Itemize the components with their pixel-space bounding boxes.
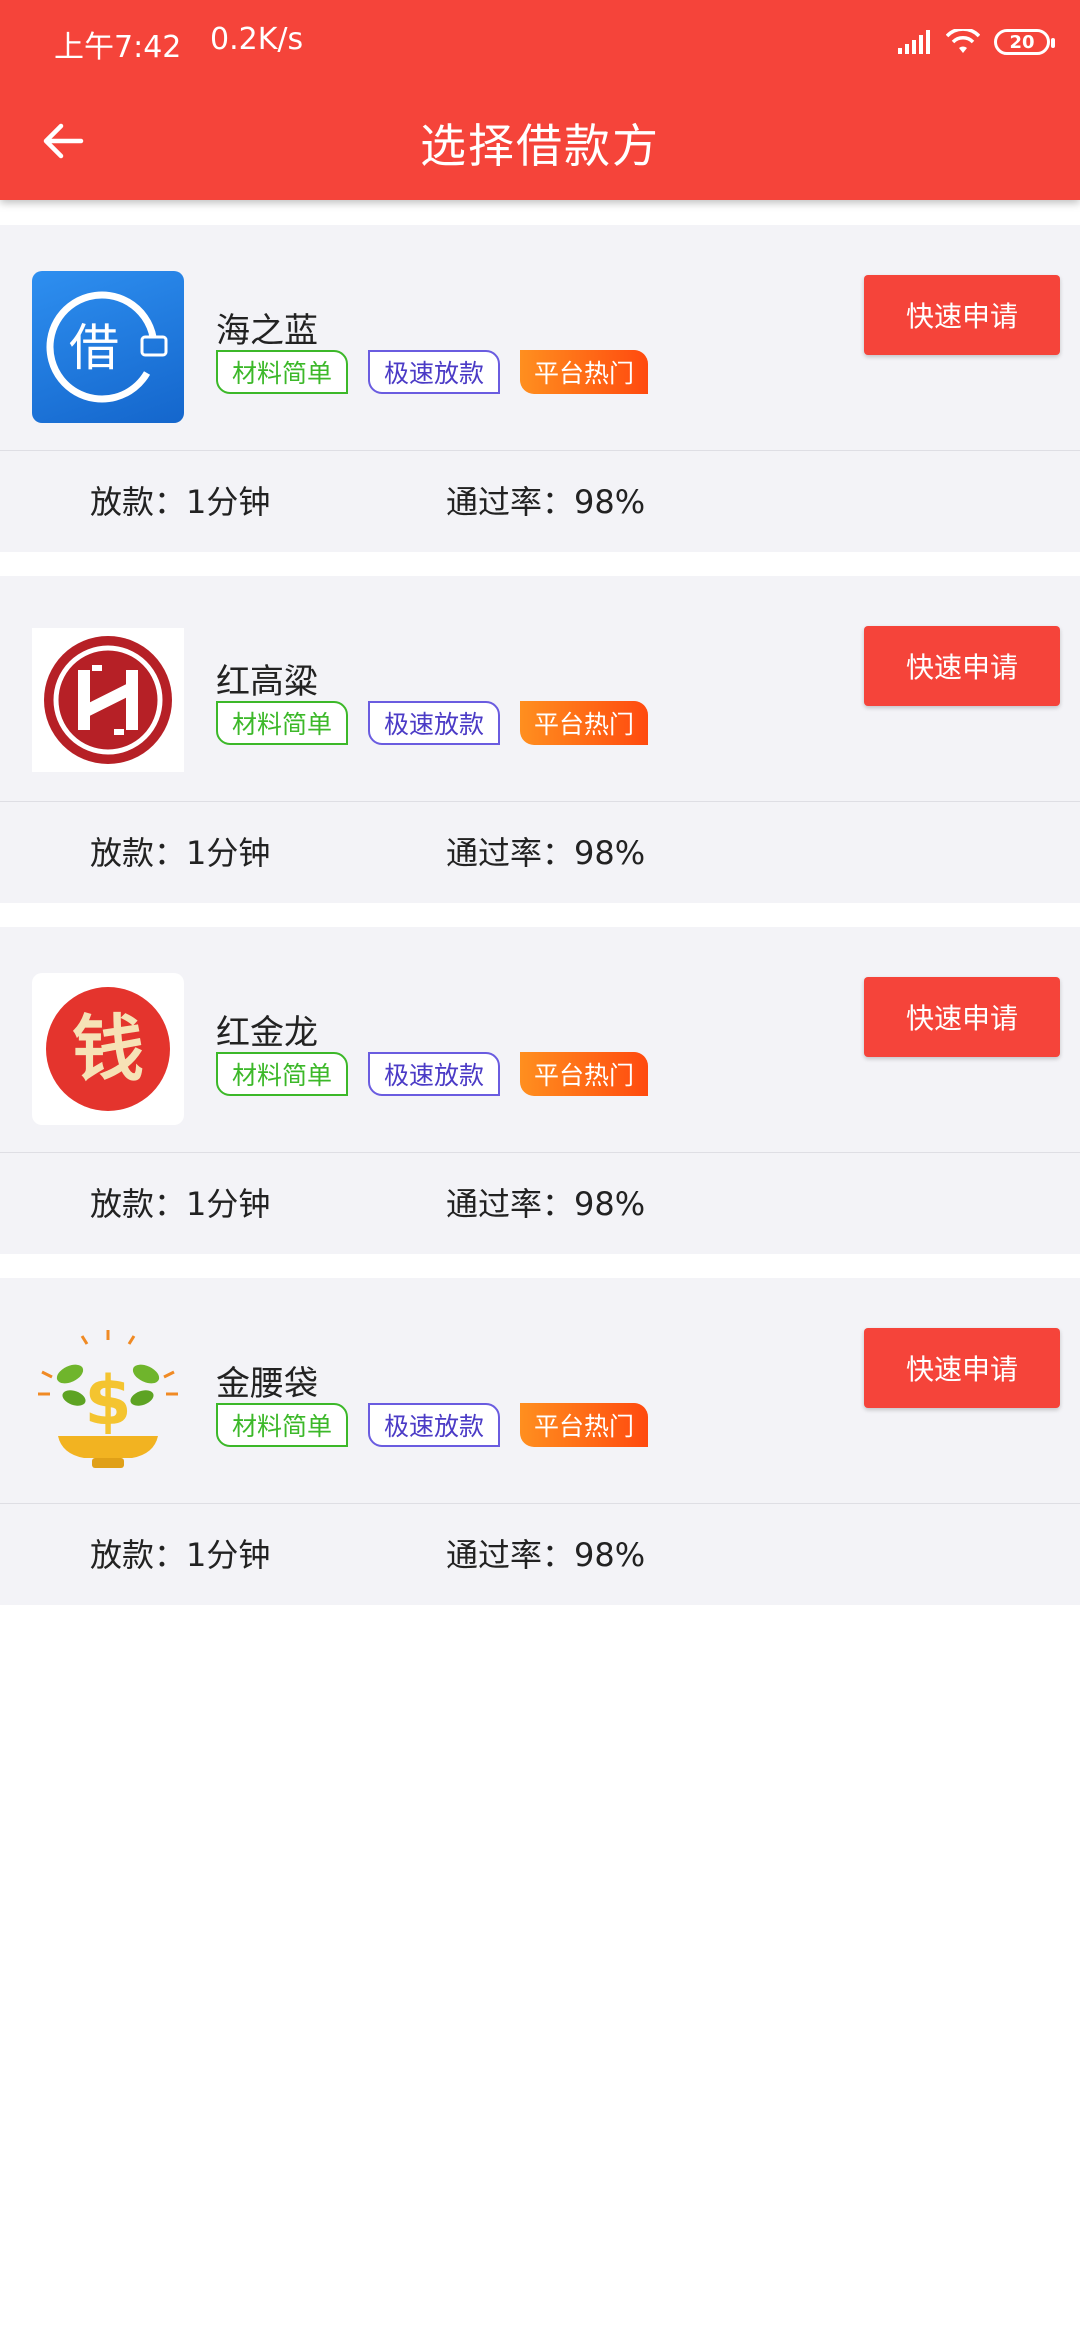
tag-group: 材料简单 极速放款 平台热门 xyxy=(216,1052,649,1096)
lender-card-header: 借 海之蓝 材料简单 极速放款 平台热门 快速申请 xyxy=(0,225,1080,451)
lender-name: 红金龙 xyxy=(216,1013,318,1053)
loan-time: 放款：1分钟 xyxy=(90,483,271,521)
lender-card-header: 红高粱 材料简单 极速放款 平台热门 快速申请 xyxy=(0,576,1080,802)
signal-icon xyxy=(898,30,930,54)
tag-simple-materials: 材料简单 xyxy=(216,1403,349,1447)
quick-apply-button[interactable]: 快速申请 xyxy=(864,275,1060,355)
lender-logo-hongjinlong: 钱 xyxy=(32,973,184,1125)
tag-hot-platform: 平台热门 xyxy=(520,1403,649,1447)
lender-logo-honggaoliang xyxy=(32,628,184,772)
lender-stats: 放款：1分钟 通过率：98% xyxy=(0,1504,1080,1605)
quick-apply-button[interactable]: 快速申请 xyxy=(864,1328,1060,1408)
battery-level: 20 xyxy=(1009,31,1035,53)
tag-hot-platform: 平台热门 xyxy=(520,701,649,745)
money-plant-icon: $ xyxy=(38,1330,178,1468)
tag-hot-platform: 平台热门 xyxy=(520,1052,649,1096)
logo-text: 借 xyxy=(69,319,119,377)
status-icons: 20 xyxy=(898,24,1055,60)
lender-stats: 放款：1分钟 通过率：98% xyxy=(0,802,1080,903)
tag-fast-loan: 极速放款 xyxy=(368,1403,501,1447)
nav-bar: 选择借款方 xyxy=(0,84,1080,200)
logo-text: 钱 xyxy=(72,1007,144,1091)
page-title: 选择借款方 xyxy=(420,119,660,173)
tag-simple-materials: 材料简单 xyxy=(216,350,349,394)
status-bar: 上午7:42 0.2K/s 20 xyxy=(0,0,1080,84)
lender-stats: 放款：1分钟 通过率：98% xyxy=(0,451,1080,552)
pass-rate: 通过率：98% xyxy=(446,834,646,872)
tag-simple-materials: 材料简单 xyxy=(216,1052,349,1096)
lender-card: 钱 红金龙 材料简单 极速放款 平台热门 快速申请 放款：1分钟 通过率：98% xyxy=(0,927,1080,1254)
money-logo-icon: 钱 xyxy=(46,987,170,1111)
wifi-icon xyxy=(946,29,980,53)
loan-time: 放款：1分钟 xyxy=(90,834,271,872)
logo-text: $ xyxy=(84,1362,131,1441)
lender-card-header: $ 金腰袋 材料简单 极速放款 平台热门 快速申请 xyxy=(0,1278,1080,1504)
tag-fast-loan: 极速放款 xyxy=(368,1052,501,1096)
lender-name: 红高粱 xyxy=(216,662,318,702)
tag-simple-materials: 材料简单 xyxy=(216,701,349,745)
lender-card-header: 钱 红金龙 材料简单 极速放款 平台热门 快速申请 xyxy=(0,927,1080,1153)
app-header: 上午7:42 0.2K/s 20 选择借款方 xyxy=(0,0,1080,200)
lender-card: 借 海之蓝 材料简单 极速放款 平台热门 快速申请 放款：1分钟 通过率：98% xyxy=(0,225,1080,552)
pass-rate: 通过率：98% xyxy=(446,1185,646,1223)
quick-apply-button[interactable]: 快速申请 xyxy=(864,977,1060,1057)
pass-rate: 通过率：98% xyxy=(446,1536,646,1574)
lender-card: $ 金腰袋 材料简单 极速放款 平台热门 快速申请 放款：1分钟 通过率：98% xyxy=(0,1278,1080,1605)
battery-icon: 20 xyxy=(994,29,1055,55)
lender-name: 海之蓝 xyxy=(216,311,318,351)
loan-time: 放款：1分钟 xyxy=(90,1185,271,1223)
tag-group: 材料简单 极速放款 平台热门 xyxy=(216,350,649,394)
network-speed: 0.2K/s xyxy=(210,22,304,57)
status-time: 上午7:42 xyxy=(54,30,182,65)
lender-stats: 放款：1分钟 通过率：98% xyxy=(0,1153,1080,1254)
tag-fast-loan: 极速放款 xyxy=(368,350,501,394)
borrow-logo-icon: 借 xyxy=(46,291,168,403)
tag-group: 材料简单 极速放款 平台热门 xyxy=(216,701,649,745)
tag-hot-platform: 平台热门 xyxy=(520,350,649,394)
lender-card: 红高粱 材料简单 极速放款 平台热门 快速申请 放款：1分钟 通过率：98% xyxy=(0,576,1080,903)
tag-fast-loan: 极速放款 xyxy=(368,701,501,745)
quick-apply-button[interactable]: 快速申请 xyxy=(864,626,1060,706)
lender-logo-jinyaodai: $ xyxy=(32,1324,184,1476)
lender-logo-haizhilan: 借 xyxy=(32,271,184,423)
tag-group: 材料简单 极速放款 平台热门 xyxy=(216,1403,649,1447)
red-circle-logo-icon xyxy=(44,636,172,764)
loan-time: 放款：1分钟 xyxy=(90,1536,271,1574)
lender-name: 金腰袋 xyxy=(216,1364,318,1404)
pass-rate: 通过率：98% xyxy=(446,483,646,521)
lender-list: 借 海之蓝 材料简单 极速放款 平台热门 快速申请 放款：1分钟 通过率：98% xyxy=(0,225,1080,1629)
